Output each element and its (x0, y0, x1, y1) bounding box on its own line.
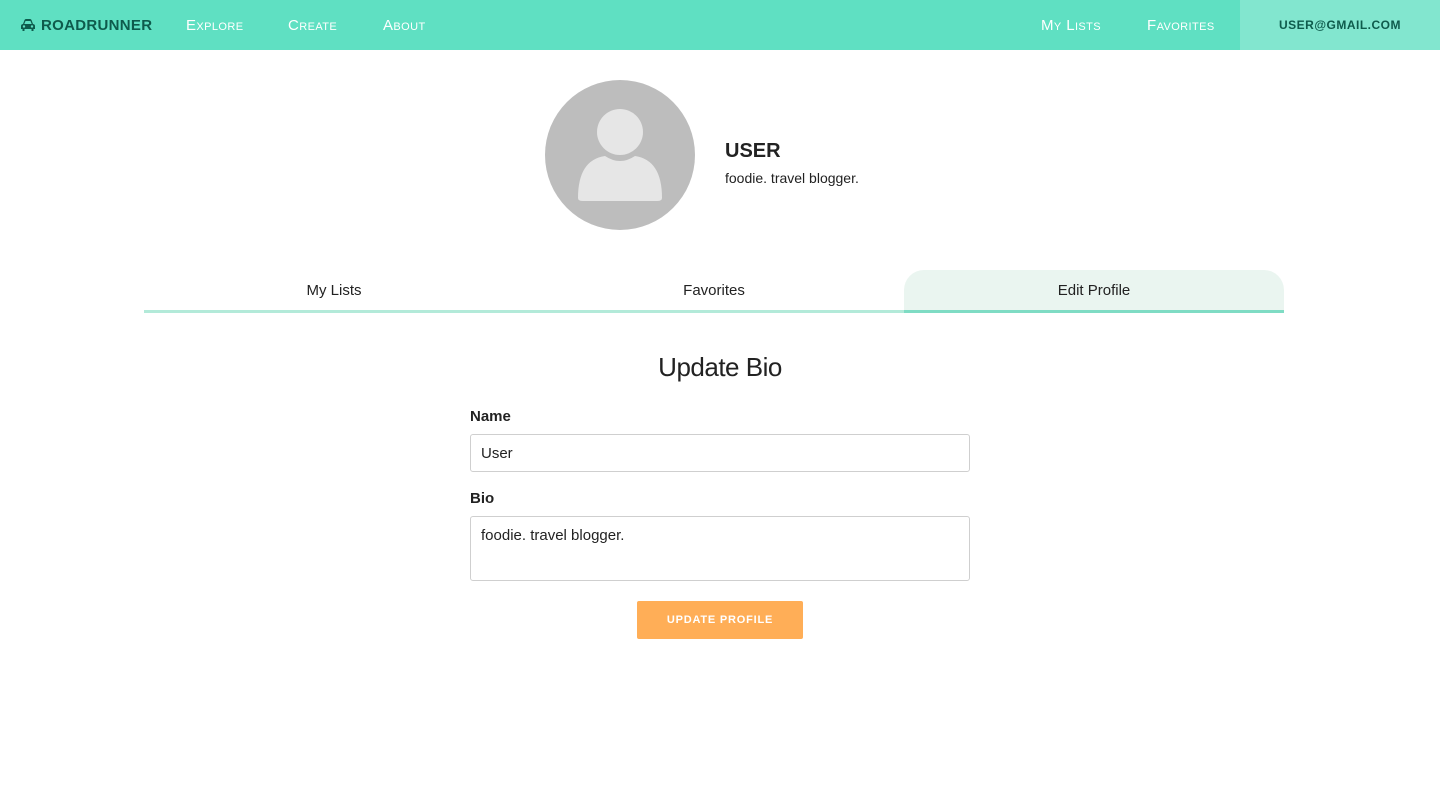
tab-favorites[interactable]: Favorites (524, 270, 904, 313)
user-silhouette-icon (578, 109, 662, 201)
brand-name: ROADRUNNER (41, 16, 153, 34)
tab-edit-profile[interactable]: Edit Profile (904, 270, 1284, 313)
tab-my-lists[interactable]: My Lists (144, 270, 524, 313)
bio-field[interactable]: foodie. travel blogger. (470, 516, 970, 581)
car-icon (21, 19, 35, 31)
nav-create[interactable]: Create (288, 0, 337, 50)
nav-my-lists[interactable]: My Lists (1041, 0, 1101, 50)
nav-about[interactable]: About (383, 0, 426, 50)
profile-tabs: My Lists Favorites Edit Profile (144, 270, 1284, 313)
nav-explore[interactable]: Explore (186, 0, 243, 50)
user-account-menu[interactable]: user@gmail.com (1240, 0, 1440, 50)
name-label: Name (470, 408, 511, 425)
user-email: user@gmail.com (1278, 18, 1402, 32)
nav-favorites[interactable]: Favorites (1147, 0, 1215, 50)
update-profile-button[interactable]: Update Profile (637, 601, 803, 639)
navbar: ROADRUNNER Explore Create About My Lists… (0, 0, 1440, 50)
bio-label: Bio (470, 490, 495, 507)
avatar (545, 80, 695, 230)
profile-bio: foodie. travel blogger. (725, 170, 859, 186)
name-field[interactable] (470, 434, 970, 472)
brand-link[interactable]: ROADRUNNER (20, 0, 152, 50)
profile-name: USER (725, 140, 781, 162)
form-title: Update Bio (658, 352, 782, 382)
